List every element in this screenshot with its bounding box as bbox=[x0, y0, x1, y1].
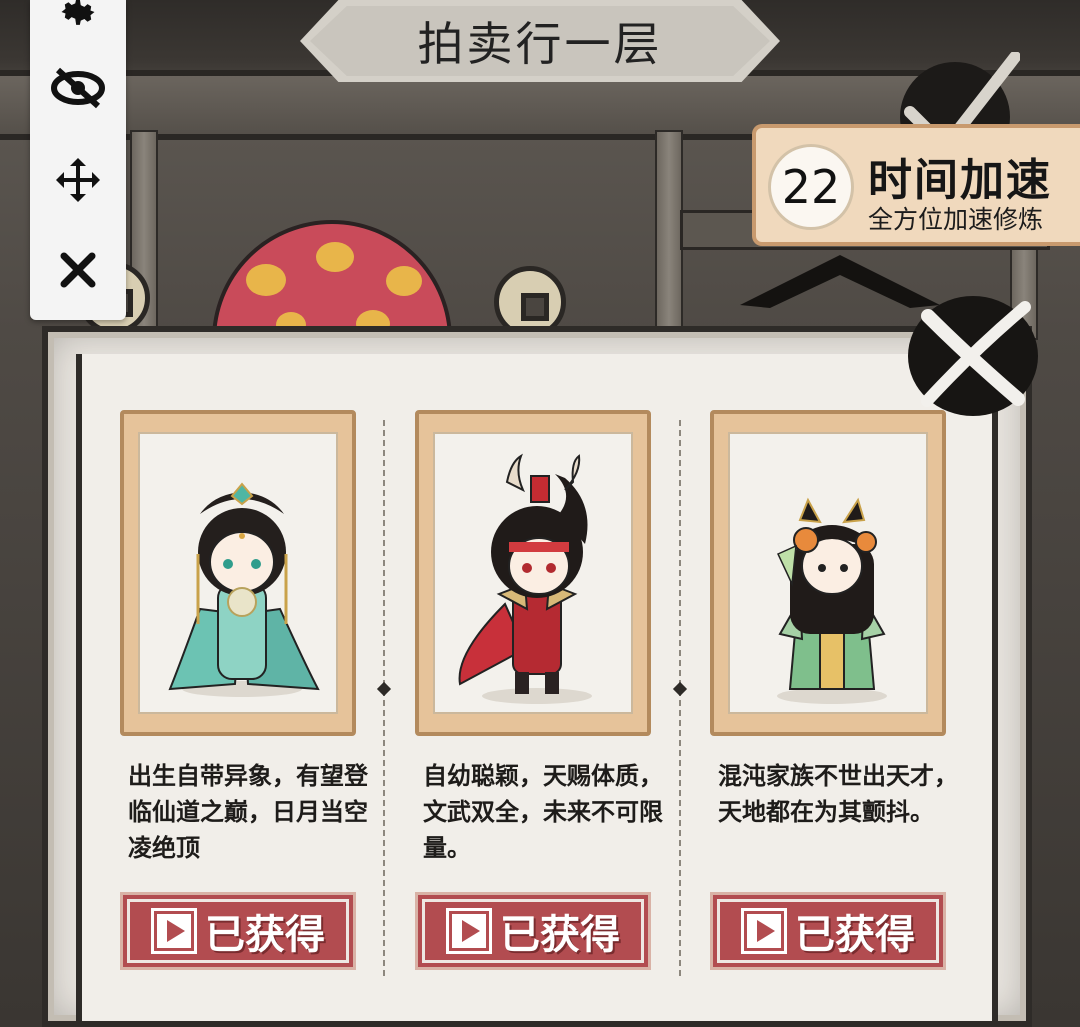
obtained-label: 已获得 bbox=[795, 912, 915, 958]
card-portrait-area bbox=[728, 432, 928, 714]
ink-chevron-icon bbox=[740, 255, 940, 308]
speedup-subtitle: 全方位加速修炼 bbox=[868, 205, 1044, 234]
speedup-title: 时间加速 bbox=[868, 155, 1052, 206]
page-title: 拍卖行一层 bbox=[417, 17, 663, 71]
obtained-label: 已获得 bbox=[500, 912, 620, 958]
play-icon bbox=[741, 908, 787, 954]
character-card[interactable] bbox=[415, 410, 651, 736]
obtained-button[interactable]: 已获得 bbox=[120, 892, 356, 970]
close-icon[interactable] bbox=[48, 240, 108, 300]
move-arrows-icon[interactable] bbox=[48, 150, 108, 210]
speedup-count: 22 bbox=[768, 144, 854, 230]
wood-pillar bbox=[655, 130, 683, 340]
play-icon bbox=[446, 908, 492, 954]
title-banner: 拍卖行一层 bbox=[300, 0, 780, 82]
gear-icon[interactable] bbox=[48, 0, 108, 42]
card-description: 自幼聪颖，天赐体质，文武双全，未来不可限量。 bbox=[423, 762, 663, 862]
character-card[interactable] bbox=[710, 410, 946, 736]
column-divider bbox=[383, 420, 385, 980]
red-warrior-portrait bbox=[458, 453, 592, 704]
floating-toolbar bbox=[30, 0, 126, 320]
obtained-button[interactable]: 已获得 bbox=[710, 892, 946, 970]
obtained-label: 已获得 bbox=[205, 912, 325, 958]
eye-off-icon[interactable] bbox=[48, 58, 108, 118]
obtained-button[interactable]: 已获得 bbox=[415, 892, 651, 970]
green-fox-girl-portrait bbox=[776, 497, 887, 704]
character-card[interactable] bbox=[120, 410, 356, 736]
card-portrait-area bbox=[433, 432, 633, 714]
column-divider bbox=[679, 420, 681, 980]
celestial-maiden-portrait bbox=[168, 482, 320, 697]
card-description: 出生自带异象，有望登临仙道之巅，日月当空凌绝顶 bbox=[128, 762, 368, 862]
panel-close-button[interactable] bbox=[908, 296, 1038, 416]
play-icon bbox=[151, 908, 197, 954]
time-speedup-badge[interactable]: 22 时间加速 全方位加速修炼 bbox=[752, 124, 1080, 246]
card-portrait-area bbox=[138, 432, 338, 714]
brush-x-icon bbox=[921, 301, 1031, 407]
card-description: 混沌家族不世出天才，天地都在为其颤抖。 bbox=[718, 762, 958, 826]
